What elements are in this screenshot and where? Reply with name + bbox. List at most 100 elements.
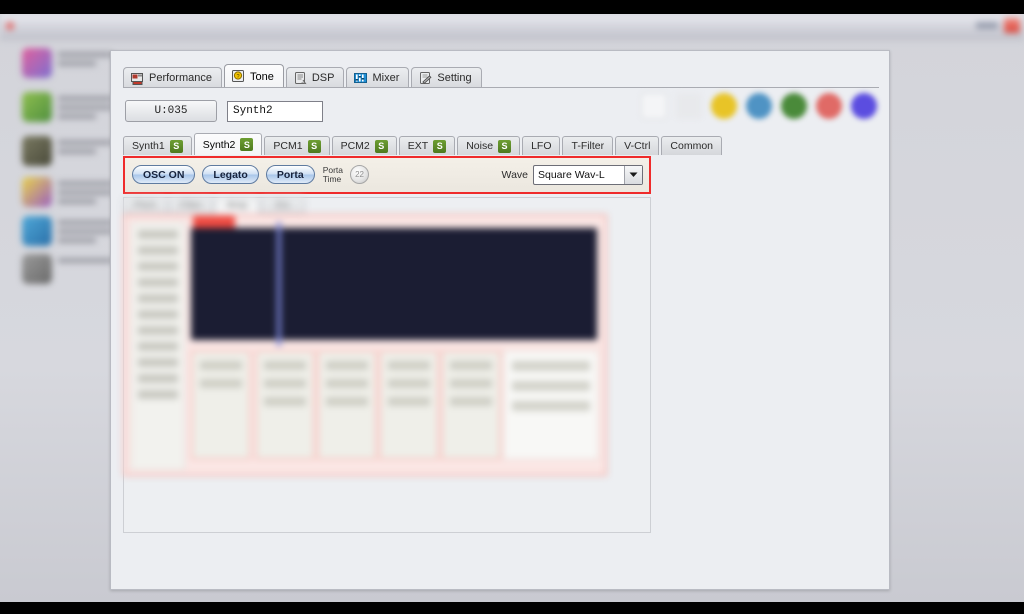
- desktop-icon-label: [58, 181, 112, 208]
- porta-button[interactable]: Porta: [265, 165, 315, 184]
- tab-mixer[interactable]: Mixer: [346, 67, 410, 88]
- sidebar-item-synth2[interactable]: Synth2 S: [193, 133, 263, 155]
- tab-tone[interactable]: ? Tone: [223, 64, 284, 88]
- tab-label: V-Ctrl: [624, 140, 651, 152]
- icon-2: [22, 92, 52, 122]
- tab-label: Noise: [466, 140, 494, 152]
- sidebar-item-ext[interactable]: EXT S: [398, 136, 456, 155]
- toolbar: [641, 93, 877, 119]
- window-titlebar: [0, 14, 1024, 40]
- desktop-icon-1[interactable]: [22, 48, 112, 82]
- green-tree-icon[interactable]: [781, 93, 807, 119]
- status-badge: S: [240, 138, 254, 151]
- desktop-icon-2[interactable]: [22, 92, 112, 126]
- tab-label: PCM1: [273, 140, 303, 152]
- page-icon[interactable]: [676, 93, 702, 119]
- icon-5: [22, 216, 52, 246]
- status-badge: S: [374, 139, 388, 153]
- sidebar-item-pcm1[interactable]: PCM1 S: [264, 136, 330, 155]
- sidebar-item-synth1[interactable]: Synth1 S: [123, 136, 192, 155]
- tab-label: Synth1: [132, 140, 165, 152]
- tone-editor-window: Performance ? Tone DSP Mixer Setting U:0…: [110, 50, 890, 590]
- wave-label: Wave: [501, 169, 528, 181]
- main-tab-bar: Performance ? Tone DSP Mixer Setting: [123, 64, 484, 88]
- desktop-icon-label: [58, 96, 112, 123]
- close-button[interactable]: [1004, 18, 1020, 33]
- desktop-icon-label: [58, 258, 112, 267]
- envelope-stage-5[interactable]: [441, 350, 501, 460]
- sidebar-item-common[interactable]: Common: [661, 136, 723, 155]
- patch-number-button[interactable]: U:035: [125, 100, 217, 122]
- tab-label: Setting: [437, 72, 472, 84]
- sidebar-item-v-ctrl[interactable]: V-Ctrl: [615, 136, 660, 155]
- sidebar-item-noise[interactable]: Noise S: [457, 136, 521, 155]
- tab-label: Performance: [149, 72, 212, 84]
- sidebar-item-pcm2[interactable]: PCM2 S: [331, 136, 397, 155]
- minimize-button[interactable]: [976, 22, 998, 29]
- status-badge: S: [307, 139, 321, 153]
- graph-cursor[interactable]: [277, 222, 281, 346]
- tab-label: Tone: [249, 70, 274, 83]
- patch-row: U:035: [125, 100, 323, 122]
- desktop-icon-label: [58, 52, 112, 70]
- setting-icon: [419, 71, 432, 85]
- sidebar-item-lfo[interactable]: LFO: [522, 136, 561, 155]
- tab-label: EXT: [407, 140, 429, 152]
- desktop-icon-label: [58, 140, 112, 158]
- tab-setting[interactable]: Setting: [411, 67, 482, 88]
- envelope-stage-3[interactable]: [317, 350, 377, 460]
- status-badge: S: [433, 139, 447, 153]
- envelope-options-panel[interactable]: [503, 350, 599, 460]
- main-tab-divider: [123, 87, 879, 88]
- tab-label: Synth2: [202, 138, 236, 151]
- osc-on-button[interactable]: OSC ON: [132, 165, 196, 184]
- porta-time-label: Porta Time: [322, 164, 344, 184]
- envelope-graph[interactable]: [191, 216, 597, 346]
- icon-6: [22, 254, 52, 284]
- tab-dsp[interactable]: DSP: [285, 67, 345, 88]
- envelope-stage-2[interactable]: [255, 350, 315, 460]
- desktop-icon-4[interactable]: [22, 177, 112, 211]
- wave-select[interactable]: Square Wav-L: [533, 165, 643, 185]
- envelope-parameter-list[interactable]: [131, 222, 185, 470]
- document-icon[interactable]: [641, 93, 667, 119]
- desktop-icon-3[interactable]: [22, 136, 112, 170]
- tab-etc[interactable]: Etc: [261, 197, 305, 214]
- sidebar-item-t-filter[interactable]: T-Filter: [562, 136, 614, 155]
- desktop-icon-6[interactable]: [22, 254, 112, 288]
- tab-filter[interactable]: Filter: [169, 197, 213, 214]
- envelope-panel: [123, 214, 607, 476]
- red-disc-icon[interactable]: [816, 93, 842, 119]
- envelope-stage-4[interactable]: [379, 350, 439, 460]
- wave-selected-value: Square Wav-L: [538, 169, 605, 181]
- desktop-icon-5[interactable]: [22, 216, 112, 250]
- porta-time-knob[interactable]: 22: [350, 165, 370, 184]
- desktop-icon-label: [58, 220, 112, 247]
- tone-icon: ?: [231, 70, 245, 83]
- icon-1: [22, 48, 52, 78]
- status-badge: S: [169, 139, 183, 153]
- chevron-down-icon[interactable]: [624, 166, 642, 184]
- tab-label: Common: [670, 140, 714, 152]
- yellow-disc-icon[interactable]: [711, 93, 737, 119]
- svg-text:?: ?: [236, 74, 239, 80]
- status-badge: S: [498, 139, 512, 153]
- oscillator-panel: OSC ON Legato Porta Porta Time 22 Wave S…: [123, 156, 651, 194]
- legato-button[interactable]: Legato: [202, 165, 259, 184]
- tab-pitch[interactable]: Pitch: [123, 197, 167, 214]
- purple-disc-icon[interactable]: [851, 93, 877, 119]
- blue-disc-icon[interactable]: [746, 93, 772, 119]
- mixer-icon: [354, 72, 368, 85]
- dsp-icon: [294, 71, 307, 85]
- desktop: Performance ? Tone DSP Mixer Setting U:0…: [0, 14, 1024, 602]
- oscillator-tab-bar: Synth1 S Synth2 S PCM1 S PCM2 S EXT S No…: [123, 133, 724, 155]
- tab-label: PCM2: [340, 140, 370, 152]
- graph-marker: [193, 216, 235, 228]
- patch-name-input[interactable]: [227, 100, 323, 122]
- tab-label: Mixer: [372, 72, 400, 84]
- tab-performance[interactable]: Performance: [123, 67, 222, 88]
- icon-3: [22, 136, 52, 166]
- envelope-editor: Pitch Filter Amp Etc: [123, 197, 651, 487]
- performance-icon: [131, 72, 144, 85]
- envelope-stage-1[interactable]: [191, 350, 251, 460]
